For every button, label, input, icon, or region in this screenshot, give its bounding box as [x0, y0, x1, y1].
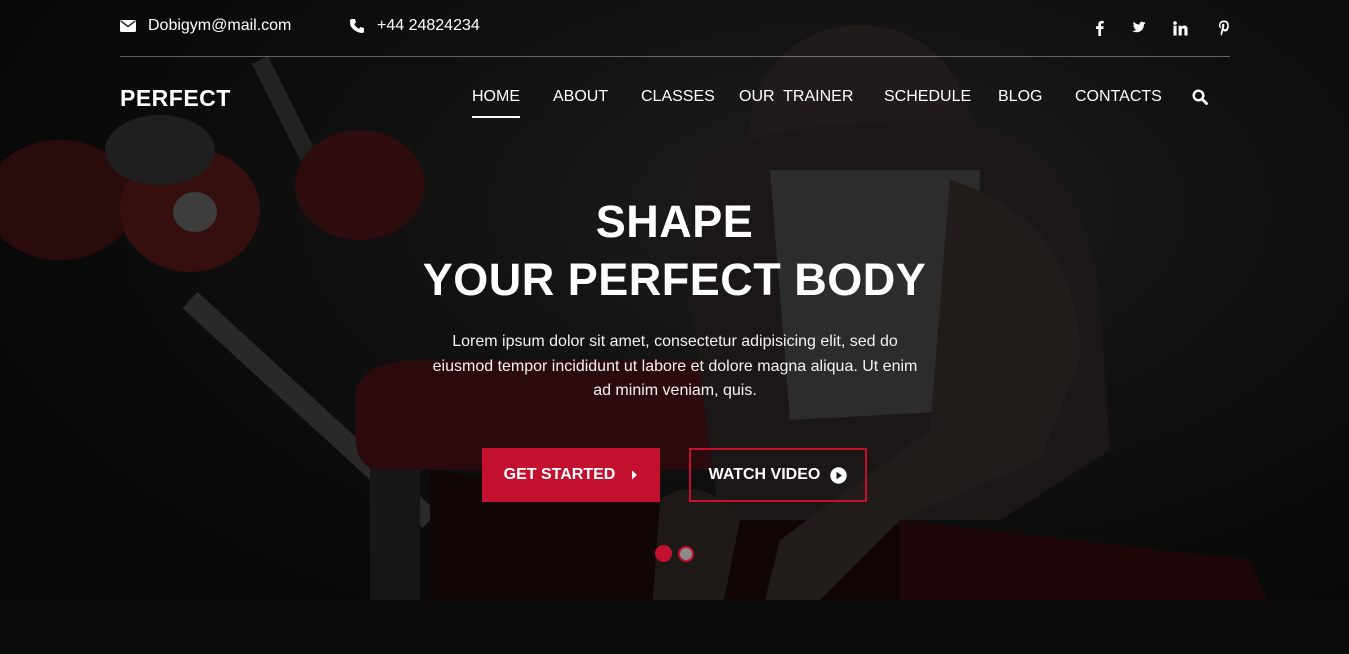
hero-title-line-2: YOUR PERFECT BODY	[422, 254, 927, 305]
linkedin-icon	[1173, 20, 1188, 36]
twitter-link[interactable]	[1104, 18, 1146, 38]
twitter-icon	[1131, 21, 1146, 33]
contact-phone[interactable]: +44 24824234	[349, 17, 480, 35]
phone-icon	[350, 19, 364, 33]
nav-item-home[interactable]: HOME	[472, 88, 520, 118]
hero-title-line-1: SHAPE	[595, 196, 754, 247]
slider-dot-1[interactable]	[655, 545, 672, 562]
pinterest-icon	[1219, 20, 1229, 36]
search-button[interactable]	[1192, 89, 1208, 110]
envelope-icon	[120, 20, 136, 32]
contact-email[interactable]: Dobigym@mail.com	[120, 17, 291, 35]
nav-item-contacts[interactable]: CONTACTS	[1075, 88, 1162, 118]
get-started-label: GET STARTED	[503, 466, 616, 483]
nav-item-our-trainer[interactable]: OUR TRAINER	[739, 88, 853, 118]
search-icon	[1192, 89, 1208, 105]
nav-item-about[interactable]: ABOUT	[553, 88, 608, 118]
linkedin-link[interactable]	[1146, 18, 1188, 38]
pinterest-link[interactable]	[1188, 18, 1230, 38]
play-circle-icon	[830, 466, 848, 484]
nav-item-schedule[interactable]: SCHEDULE	[884, 88, 971, 118]
watch-video-label: WATCH VIDEO	[708, 466, 821, 483]
caret-right-icon	[632, 470, 638, 480]
nav-item-blog[interactable]: BLOG	[998, 88, 1042, 118]
facebook-icon	[1096, 20, 1104, 36]
phone-text: +44 24824234	[377, 17, 480, 34]
hero-title: SHAPE YOUR PERFECT BODY	[0, 193, 1349, 309]
hero-description: Lorem ipsum dolor sit amet, consectetur …	[432, 333, 918, 399]
email-text: Dobigym@mail.com	[148, 17, 292, 34]
watch-video-button[interactable]: WATCH VIDEO	[689, 448, 867, 502]
social-links	[1062, 18, 1230, 38]
slider-dot-2[interactable]	[678, 546, 694, 562]
nav-item-classes[interactable]: CLASSES	[641, 88, 715, 118]
get-started-button[interactable]: GET STARTED	[482, 448, 660, 502]
main-nav: HOME ABOUT CLASSES OUR TRAINER SCHEDULE …	[0, 88, 1349, 118]
top-bar: Dobigym@mail.com +44 24824234	[120, 0, 1230, 57]
facebook-link[interactable]	[1062, 18, 1104, 38]
